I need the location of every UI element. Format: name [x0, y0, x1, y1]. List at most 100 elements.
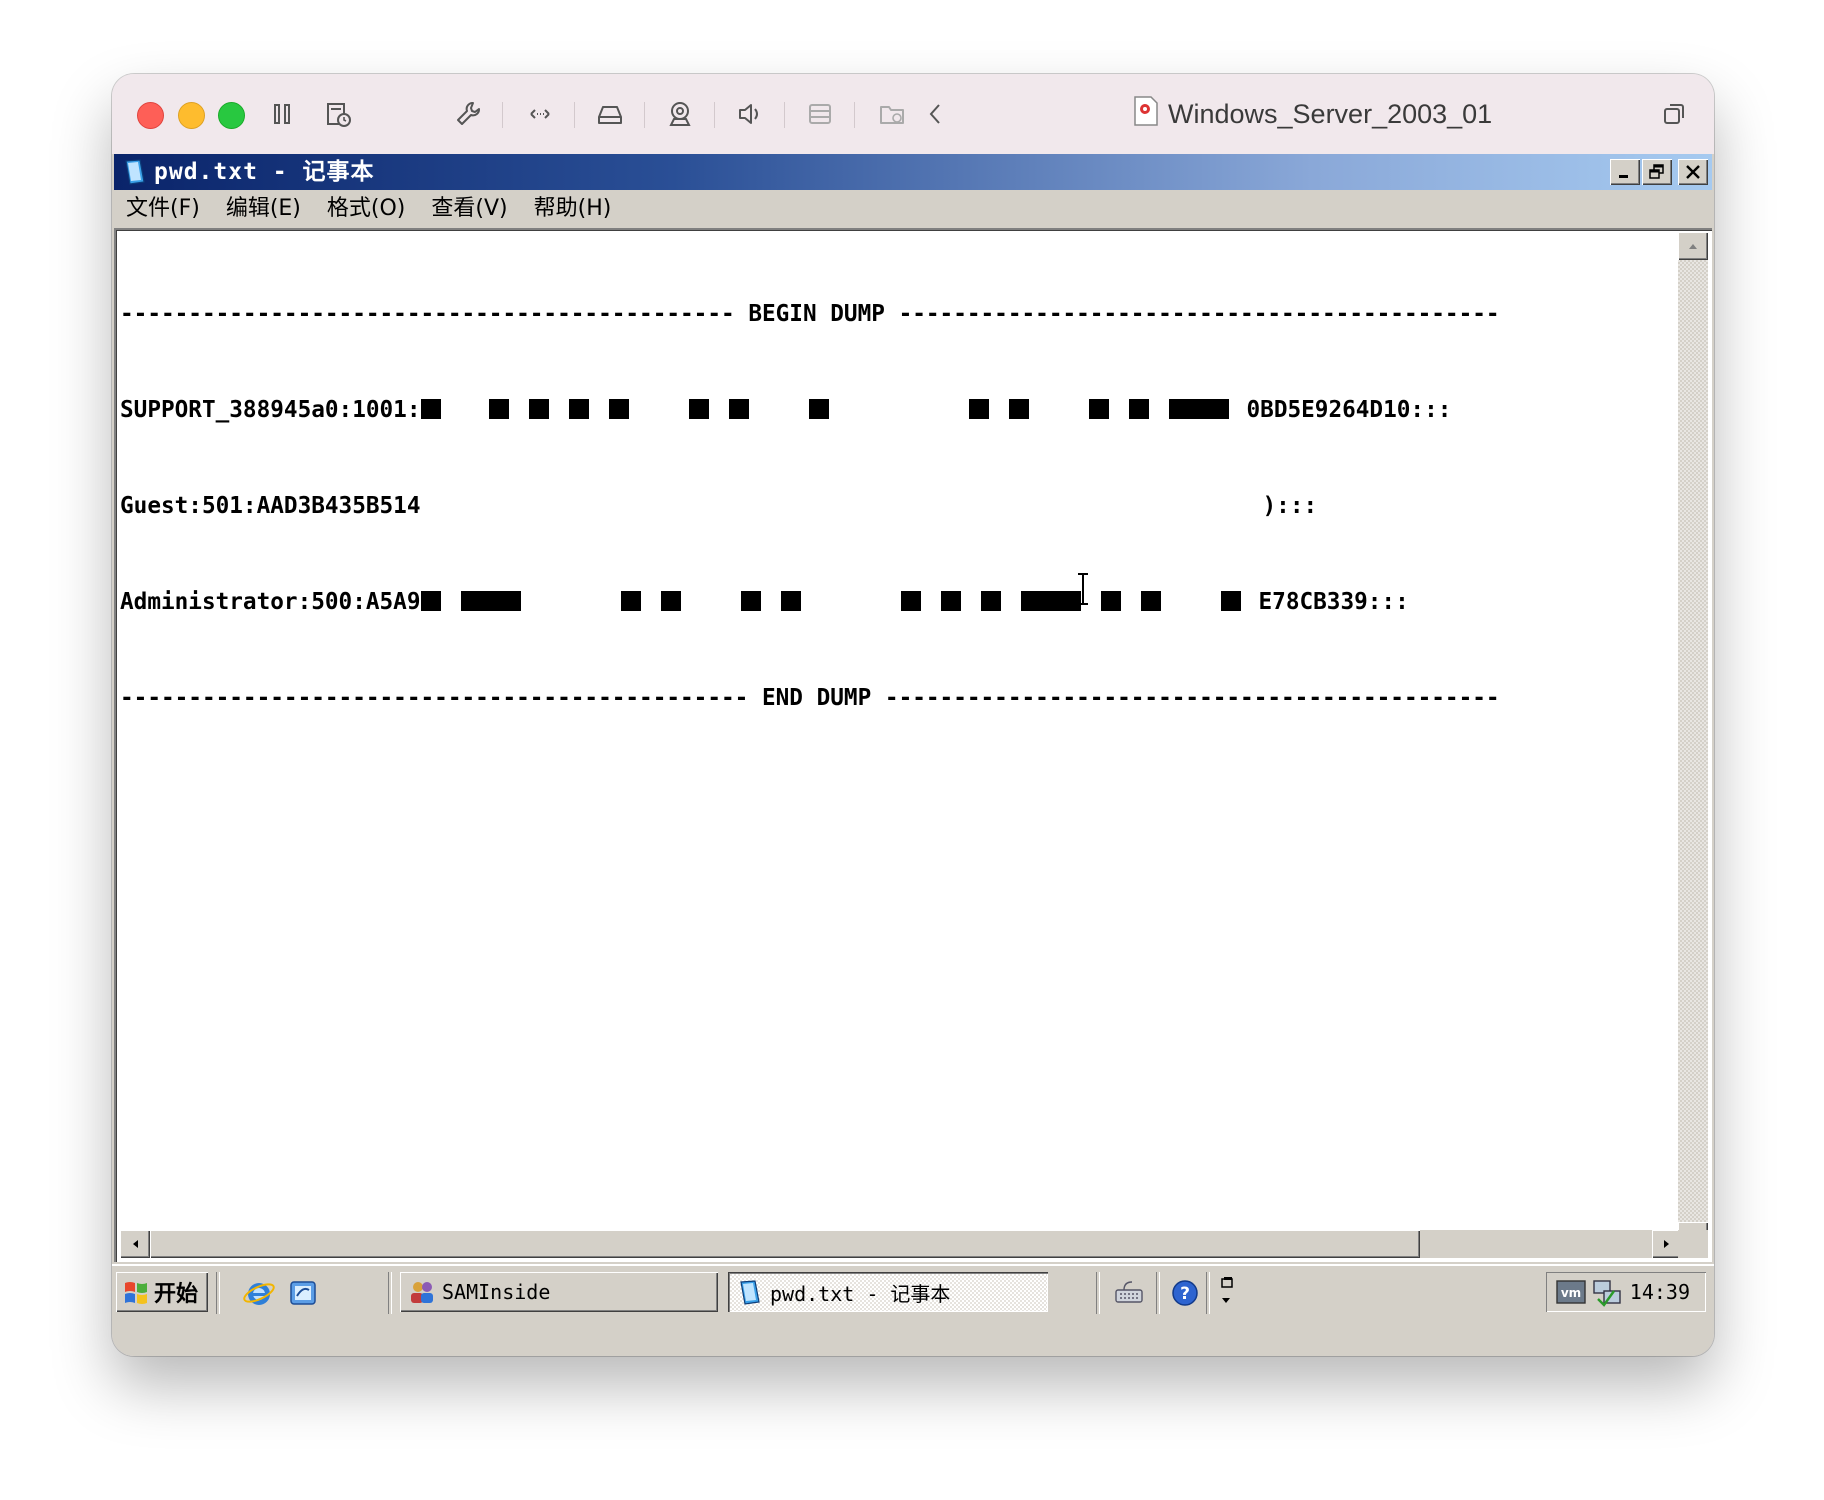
back-chevron-icon[interactable]: [918, 96, 954, 132]
support-hash-prefix: SUPPORT_388945a0:1001:: [120, 397, 421, 423]
clock[interactable]: 14:39: [1630, 1272, 1690, 1312]
restore-button[interactable]: [1642, 159, 1672, 185]
notepad-menubar: 文件(F) 编辑(E) 格式(O) 查看(V) 帮助(H): [114, 190, 1712, 228]
zoom-window-button[interactable]: [218, 102, 245, 129]
arrow-up-icon: [1689, 244, 1697, 249]
redaction-block: [1008, 399, 1029, 419]
svg-text:?: ?: [1180, 1284, 1190, 1304]
start-label: 开始: [154, 1282, 199, 1307]
snapshot-icon[interactable]: [320, 96, 356, 132]
redaction-block: [740, 591, 761, 611]
pause-icon[interactable]: [264, 96, 300, 132]
text-cursor-icon: [1078, 573, 1088, 605]
redaction-block: [528, 399, 549, 419]
close-window-button[interactable]: [137, 102, 164, 129]
scroll-left-button[interactable]: [120, 1230, 150, 1258]
admin-hash-prefix: Administrator:500:A5A9: [120, 589, 421, 615]
size-grip: [1678, 1230, 1708, 1258]
redaction-block: [608, 399, 629, 419]
minimize-icon: [1619, 175, 1628, 178]
menu-edit[interactable]: 编辑(E): [214, 192, 315, 226]
taskbar-divider: [388, 1272, 392, 1314]
taskbar: 开始 SAMInside pwd.txt - 记事本 ? vm 14:39: [112, 1264, 1714, 1320]
notepad-task-icon: [740, 1280, 760, 1305]
menu-help[interactable]: 帮助(H): [522, 192, 626, 226]
task-label: SAMInside: [442, 1280, 551, 1304]
taskbar-divider: [1206, 1272, 1210, 1314]
keyboard-icon[interactable]: [1112, 1276, 1146, 1310]
minimize-button[interactable]: [1610, 159, 1640, 185]
redaction-block: [620, 591, 641, 611]
redaction-block: [1100, 591, 1121, 611]
redaction-block: [488, 399, 509, 419]
horizontal-scroll-thumb[interactable]: [150, 1230, 1420, 1258]
begin-dump-line: ----------------------------------------…: [120, 301, 1500, 327]
vm-titlebar: Windows_Server_2003_01: [112, 74, 1714, 154]
task-label: pwd.txt - 记事本: [770, 1281, 951, 1306]
redaction-block: [1220, 591, 1241, 611]
notepad-text-area[interactable]: ----------------------------------------…: [114, 228, 1712, 1262]
redaction-block: [968, 399, 989, 419]
redaction-block: [940, 591, 961, 611]
network-connection-icon[interactable]: [1590, 1275, 1624, 1309]
redaction-block: [420, 591, 441, 611]
vm-window: Windows_Server_2003_01 pwd.txt - 记事本 文件(…: [112, 74, 1714, 1356]
internet-explorer-icon[interactable]: [242, 1276, 276, 1310]
network-arrows-icon[interactable]: [522, 96, 558, 132]
saminside-app-icon: [411, 1282, 433, 1303]
close-icon: [1686, 165, 1700, 179]
end-dump-line: ----------------------------------------…: [120, 685, 1500, 711]
help-icon[interactable]: ?: [1168, 1276, 1202, 1310]
arrow-right-icon: [1664, 1240, 1669, 1248]
taskbar-divider: [1096, 1272, 1100, 1314]
redaction-block: [1020, 591, 1081, 611]
minimize-window-button[interactable]: [178, 102, 205, 129]
redaction-block: [1088, 399, 1109, 419]
settings-wrench-icon[interactable]: [450, 96, 486, 132]
notepad-app-icon: [125, 159, 145, 185]
redaction-block: [1128, 399, 1149, 419]
redaction-block: [808, 399, 829, 419]
notepad-title: pwd.txt - 记事本: [154, 159, 375, 185]
task-saminside[interactable]: SAMInside: [400, 1272, 718, 1312]
network-toggle-icon[interactable]: [1212, 1276, 1246, 1310]
vmware-tools-icon[interactable]: vm: [1554, 1275, 1588, 1309]
redaction-block: [900, 591, 921, 611]
redaction-block: [460, 591, 521, 611]
menu-format[interactable]: 格式(O): [315, 192, 419, 226]
disk-drive-icon[interactable]: [592, 96, 628, 132]
guest-hash-prefix: Guest:501:AAD3B435B514: [120, 493, 421, 519]
guest-hash-line: Guest:501:AAD3B435B514):::: [120, 490, 1676, 522]
vm-title: Windows_Server_2003_01: [1132, 94, 1492, 134]
outlook-express-icon[interactable]: [286, 1276, 320, 1310]
redaction-block: [660, 591, 681, 611]
shared-folder-icon[interactable]: [874, 96, 910, 132]
vertical-scrollbar[interactable]: [1678, 232, 1708, 1250]
admin-hash-line: Administrator:500:A5A9 E78CB339:::: [120, 586, 1676, 618]
svg-text:vm: vm: [1561, 1286, 1581, 1300]
duplicate-icon[interactable]: [1656, 96, 1692, 132]
redaction-block: [980, 591, 1001, 611]
webcam-icon[interactable]: [662, 96, 698, 132]
start-button[interactable]: 开始: [116, 1272, 208, 1312]
vm-document-icon: [1132, 95, 1160, 134]
taskbar-divider: [216, 1272, 220, 1314]
redaction-block: [568, 399, 589, 419]
redaction-block: [1168, 399, 1229, 419]
close-button[interactable]: [1678, 159, 1708, 185]
menu-file[interactable]: 文件(F): [114, 192, 214, 226]
vm-title-text: Windows_Server_2003_01: [1168, 98, 1493, 129]
guest-screen: pwd.txt - 记事本 文件(F) 编辑(E) 格式(O) 查看(V) 帮助…: [112, 154, 1714, 1356]
redaction-block: [728, 399, 749, 419]
redaction-block: [780, 591, 801, 611]
menu-view[interactable]: 查看(V): [419, 192, 521, 226]
redaction-block: [688, 399, 709, 419]
redaction-block: [1140, 591, 1161, 611]
scroll-up-button[interactable]: [1678, 232, 1708, 260]
display-icon[interactable]: [802, 96, 838, 132]
sound-icon[interactable]: [732, 96, 768, 132]
horizontal-scrollbar[interactable]: [120, 1230, 1682, 1258]
system-tray: vm 14:39: [1546, 1272, 1706, 1312]
windows-logo-icon: [125, 1282, 147, 1304]
task-notepad[interactable]: pwd.txt - 记事本: [728, 1272, 1048, 1312]
